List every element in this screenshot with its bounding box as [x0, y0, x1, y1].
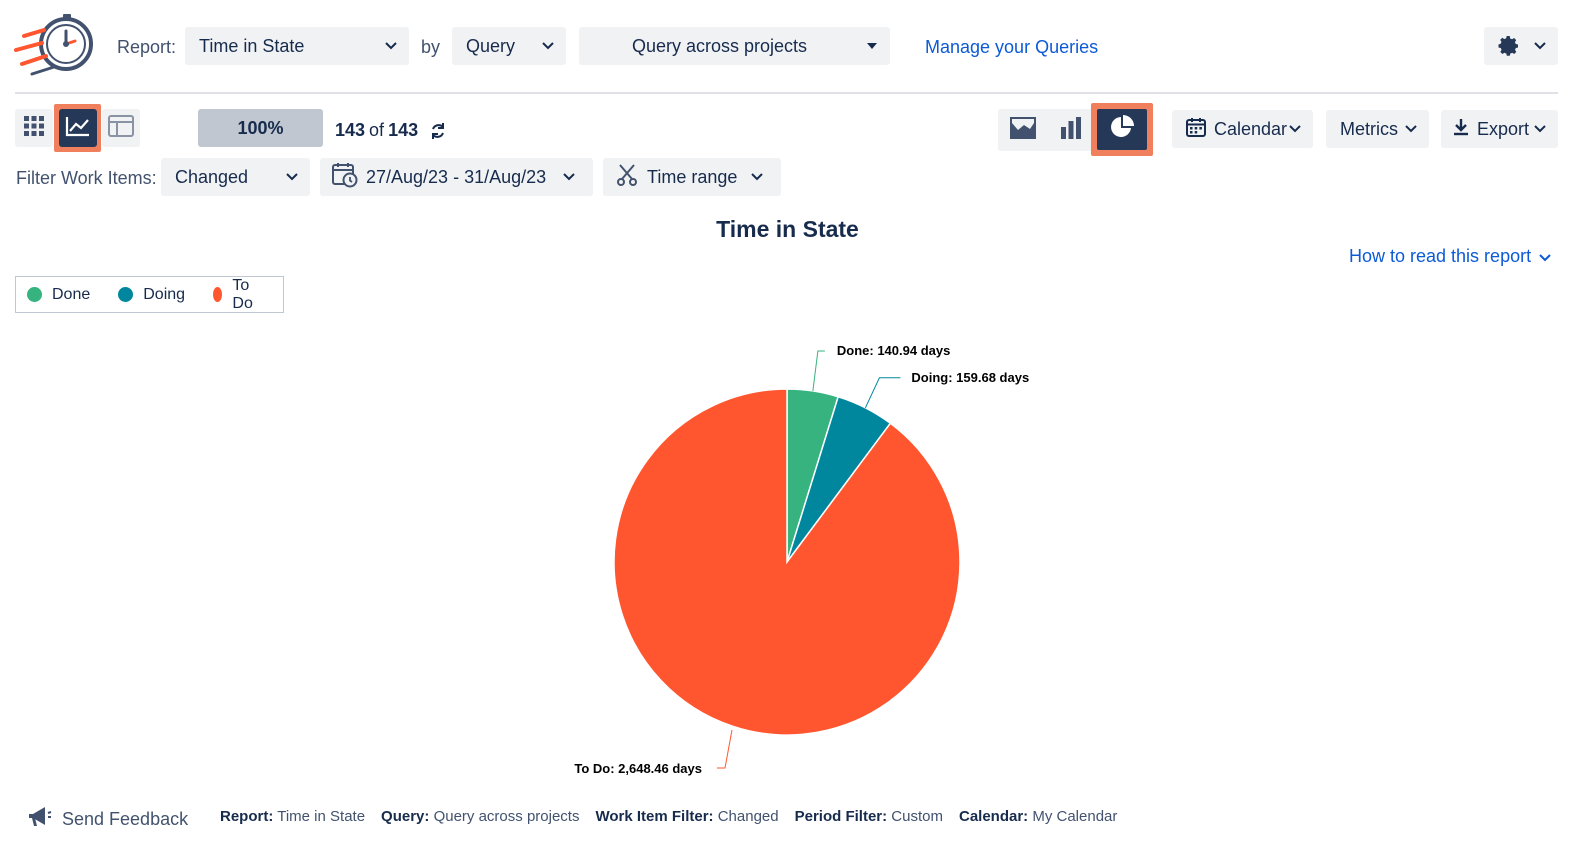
download-icon [1453, 118, 1469, 141]
by-select[interactable]: Query [452, 27, 566, 65]
metrics-label: Metrics [1340, 118, 1398, 139]
count-current: 143 [335, 120, 366, 140]
send-feedback-button[interactable]: Send Feedback [26, 804, 188, 835]
summary-report: Report: Time in State [220, 808, 365, 825]
filter-work-items-label: Filter Work Items: [16, 168, 157, 188]
chevron-down-icon [1405, 125, 1417, 133]
caret-down-icon [866, 42, 878, 50]
data-label-doing: Doing: 159.68 days [911, 370, 1029, 385]
line-chart-icon [65, 115, 91, 142]
calendar-label: Calendar [1214, 118, 1288, 139]
legend-swatch-todo [213, 287, 223, 302]
chart-view-button[interactable] [59, 109, 97, 147]
export-label: Export [1477, 118, 1530, 139]
table-icon [108, 114, 134, 142]
summary-period-value: Custom [891, 808, 943, 825]
settings-button[interactable] [1484, 27, 1558, 65]
summary-calendar-key: Calendar: [958, 808, 1029, 825]
chart-title: Time in State [716, 216, 859, 242]
bar-chart-button[interactable] [1052, 113, 1090, 147]
work-item-filter-select[interactable]: Changed [161, 158, 310, 196]
report-select[interactable]: Time in State [185, 27, 409, 65]
chevron-down-icon [1539, 246, 1551, 267]
work-item-filter-value: Changed [175, 166, 249, 187]
bar-chart-icon [1059, 116, 1083, 144]
chevron-down-icon [563, 173, 575, 181]
calendar-clock-icon [332, 162, 358, 193]
label-connector-done [812, 350, 825, 392]
how-to-read-link[interactable]: How to read this report [1349, 246, 1551, 267]
report-select-value: Time in State [199, 35, 305, 56]
area-chart-icon [1010, 116, 1036, 144]
count-of: of [369, 120, 385, 140]
summary-query: Query: Query across projects [381, 808, 579, 825]
data-label-done: Done: 140.94 days [837, 343, 950, 358]
chevron-down-icon [286, 173, 298, 181]
pie-chart-button[interactable] [1097, 109, 1147, 150]
time-range-select[interactable]: Time range [603, 158, 781, 196]
chevron-down-icon [1289, 125, 1301, 133]
query-select-value: Query across projects [631, 35, 808, 56]
header-divider [15, 92, 1558, 94]
app-logo [14, 14, 96, 78]
pie-slice-to-do[interactable] [613, 388, 961, 736]
send-feedback-label: Send Feedback [62, 809, 189, 829]
chevron-down-icon [385, 42, 397, 50]
how-to-read-label: How to read this report [1349, 246, 1532, 266]
summary-calendar-value: My Calendar [1032, 808, 1118, 825]
summary-wif: Work Item Filter: Changed [595, 808, 778, 825]
chevron-down-icon [542, 42, 554, 50]
summary-query-value: Query across projects [433, 808, 580, 825]
by-label: by [421, 37, 441, 57]
summary-report-key: Report: [220, 808, 274, 825]
time-range-label: Time range [647, 166, 738, 187]
chevron-down-icon [1534, 42, 1546, 50]
chevron-down-icon [751, 173, 763, 181]
legend-item-done[interactable]: Done [27, 286, 90, 304]
date-range-select[interactable]: 27/Aug/23 - 31/Aug/23 [320, 158, 593, 196]
calendar-button[interactable]: Calendar [1172, 110, 1313, 148]
legend-item-doing[interactable]: Doing [118, 286, 185, 304]
calendar-icon [1186, 117, 1206, 142]
legend-label-done: Done [52, 285, 91, 303]
by-select-value: Query [466, 35, 516, 56]
summary-period-key: Period Filter: [794, 808, 888, 825]
scissors-icon [617, 163, 637, 191]
summary-report-value: Time in State [277, 808, 366, 825]
manage-queries-link[interactable]: Manage your Queries [925, 37, 1098, 58]
table-view-button[interactable] [102, 109, 140, 147]
count-total: 143 [388, 120, 419, 140]
export-button[interactable]: Export [1441, 110, 1558, 148]
refresh-icon[interactable] [428, 121, 448, 141]
metrics-button[interactable]: Metrics [1326, 110, 1429, 148]
megaphone-icon [26, 804, 52, 835]
progress-indicator: 100% [198, 109, 323, 147]
summary-calendar: Calendar: My Calendar [959, 808, 1117, 825]
pie-chart-icon [1110, 115, 1134, 144]
summary-query-key: Query: [381, 808, 430, 825]
legend-item-todo[interactable]: To Do [213, 277, 258, 313]
legend-label-doing: Doing [143, 285, 186, 303]
data-label-to-do: To Do: 2,648.46 days [574, 761, 702, 776]
report-label: Report: [117, 37, 177, 57]
chart-legend: Done Doing To Do [15, 276, 284, 313]
pie-chart: Done: 140.94 days Doing: 159.68 days To Do… [574, 343, 1029, 776]
grid-view-button[interactable] [15, 109, 53, 147]
legend-swatch-doing [118, 287, 134, 302]
date-range-value: 27/Aug/23 - 31/Aug/23 [366, 166, 547, 187]
area-chart-button[interactable] [1004, 113, 1042, 147]
legend-label-todo: To Do [232, 276, 253, 312]
item-count: 143 of 143 [335, 120, 448, 141]
grid-icon [24, 115, 44, 141]
summary-wif-key: Work Item Filter: [595, 808, 714, 825]
summary-wif-value: Changed [717, 808, 779, 825]
gear-icon [1497, 34, 1521, 63]
summary-period: Period Filter: Custom [795, 808, 943, 825]
legend-swatch-done [27, 287, 42, 302]
query-select[interactable]: Query across projects [579, 27, 890, 65]
label-connector-doing [864, 377, 901, 409]
label-connector-to-do [717, 729, 733, 769]
chevron-down-icon [1534, 125, 1546, 133]
report-summary: Report: Time in State Query: Query acros… [220, 808, 1117, 825]
